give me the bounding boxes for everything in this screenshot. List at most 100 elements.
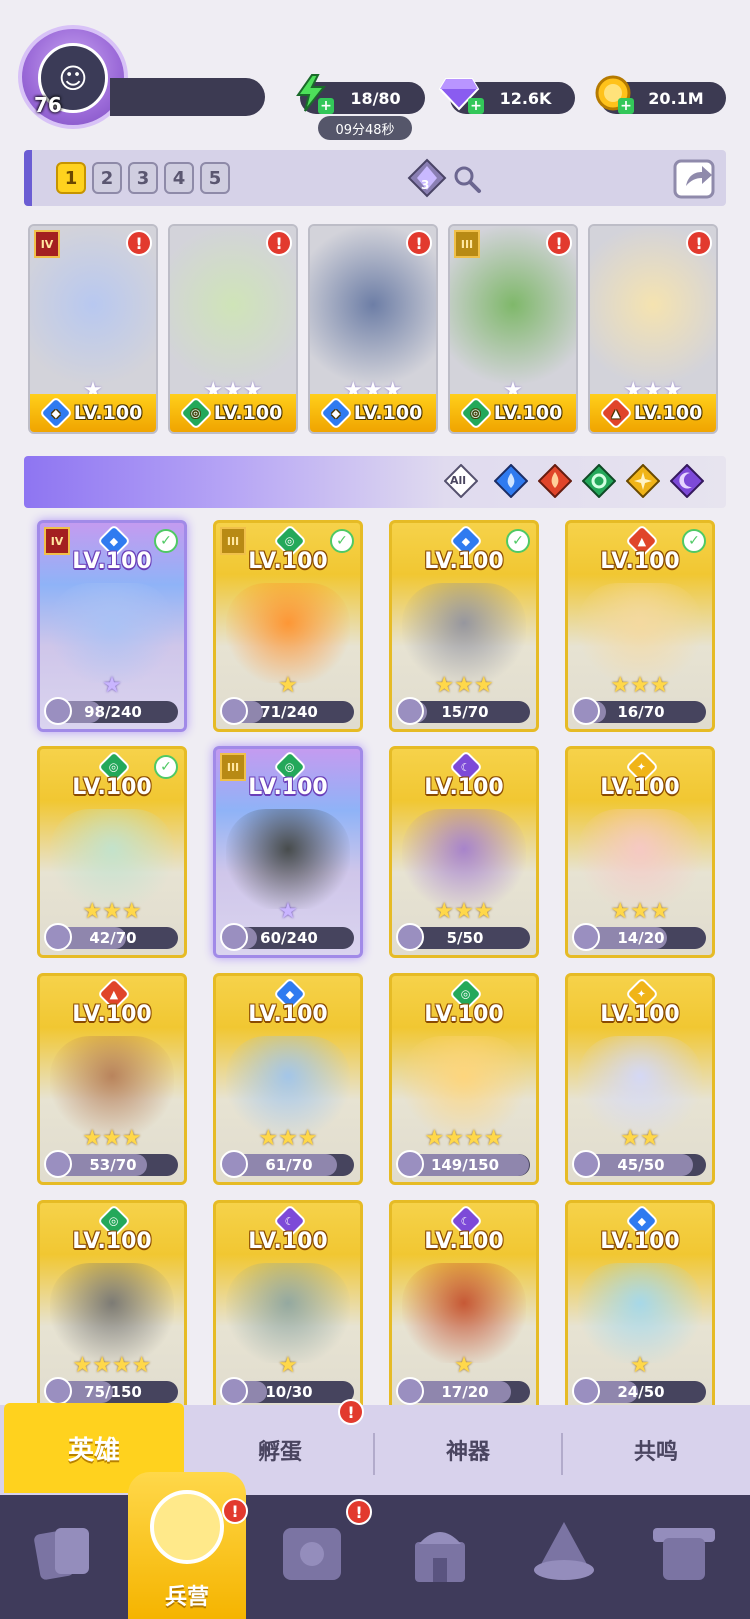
filter-wind-icon[interactable] — [581, 463, 617, 499]
hero-portrait — [578, 1036, 702, 1136]
hero-stars: ★★ — [620, 1126, 660, 1151]
team-hero-card[interactable]: III! ★ ◎ LV.100 — [448, 224, 578, 434]
nav-barracks-label: 兵营 — [164, 1585, 209, 1610]
wind-element-icon: ◎ — [178, 396, 213, 430]
shard-count: 5/50 — [446, 929, 484, 947]
gold-add-icon[interactable]: + — [618, 98, 634, 114]
fire-element-icon: ▲ — [598, 396, 633, 430]
hero-stars: ★ — [278, 899, 298, 924]
filter-all-label: All — [450, 474, 467, 487]
hero-level: LV.100 — [633, 402, 703, 424]
team-hero-card[interactable]: IV! ★ ◆ LV.100 — [28, 224, 158, 434]
hero-level: LV.100 — [424, 775, 504, 800]
filter-fire-icon[interactable] — [537, 463, 573, 499]
team-tab-1[interactable]: 1 — [56, 162, 86, 194]
nav-shop[interactable] — [644, 1513, 724, 1593]
hero-stars: ★ — [102, 673, 122, 698]
hero-alert-icon: ! — [546, 230, 572, 256]
tier-badge: III — [454, 230, 480, 258]
hero-card[interactable]: ◆ LV.100 ★ 24/50 — [565, 1200, 715, 1412]
hero-portrait — [50, 1036, 174, 1136]
shard-progress-bar: 14/20 — [572, 923, 706, 951]
tab-resonance[interactable]: 共鸣 — [563, 1405, 749, 1495]
team-tab-5[interactable]: 5 — [200, 162, 230, 194]
hero-portrait — [578, 583, 702, 683]
shard-progress-bar: 45/50 — [572, 1150, 706, 1178]
search-icon[interactable] — [452, 164, 482, 194]
hero-card[interactable]: III ◎ LV.100 ★ 60/240 — [213, 746, 363, 958]
filter-all-button[interactable]: All — [443, 463, 479, 499]
nav-guild[interactable] — [524, 1513, 604, 1593]
hero-level-bar: ◎ LV.100 — [170, 394, 296, 432]
team-hero-card[interactable]: ! ★★★ ◎ LV.100 — [168, 224, 298, 434]
hero-level: LV.100 — [600, 1002, 680, 1027]
hero-card[interactable]: IV ◆ ✓ LV.100 ★ 98/240 — [37, 520, 187, 732]
shard-progress-bar: 24/50 — [572, 1377, 706, 1405]
teambar-accent — [24, 150, 32, 206]
hero-level-bar: ▲ LV.100 — [590, 394, 716, 432]
hero-card[interactable]: ☾ LV.100 ★★★ 5/50 — [389, 746, 539, 958]
shard-progress-bar: 15/70 — [396, 697, 530, 725]
nav-cards[interactable] — [24, 1513, 104, 1593]
hero-card[interactable]: ▲ LV.100 ★★★ 53/70 — [37, 973, 187, 1185]
hero-card[interactable]: ◆ ✓ LV.100 ★★★ 15/70 — [389, 520, 539, 732]
team-tab-4[interactable]: 4 — [164, 162, 194, 194]
nav-castle[interactable] — [400, 1513, 480, 1593]
filter-light-icon[interactable] — [625, 463, 661, 499]
filter-water-icon[interactable] — [493, 463, 529, 499]
hero-stars: ★★★ — [610, 673, 670, 698]
shard-count: 10/30 — [265, 1383, 313, 1401]
gem-add-icon[interactable]: + — [468, 98, 484, 114]
nav-book[interactable]: ! — [272, 1499, 372, 1593]
wind-element-icon: ◎ — [458, 396, 493, 430]
hero-portrait — [50, 583, 174, 683]
cards-icon — [34, 1528, 89, 1580]
hero-portrait — [578, 809, 702, 909]
tab-artifacts[interactable]: 神器 — [375, 1405, 561, 1495]
gold-value: 20.1M — [648, 88, 704, 108]
team-hero-card[interactable]: ! ★★★ ▲ LV.100 — [588, 224, 718, 434]
hero-card[interactable]: ☾ LV.100 ★ 10/30 — [213, 1200, 363, 1412]
shard-count: 16/70 — [617, 703, 665, 721]
hero-card[interactable]: ◎ ✓ LV.100 ★★★ 42/70 — [37, 746, 187, 958]
hero-card[interactable]: III ◎ ✓ LV.100 ★ 71/240 — [213, 520, 363, 732]
hero-level: LV.100 — [72, 1229, 152, 1254]
hero-level-bar: ◆ LV.100 — [310, 394, 436, 432]
hero-stars: ★★★ — [610, 899, 670, 924]
energy-timer: 09分48秒 — [318, 116, 412, 140]
share-icon[interactable] — [672, 156, 718, 200]
player-name-bar — [110, 78, 265, 116]
hero-card[interactable]: ▲ ✓ LV.100 ★★★ 16/70 — [565, 520, 715, 732]
hero-card[interactable]: ✦ LV.100 ★★ 45/50 — [565, 973, 715, 1185]
hero-level: LV.100 — [72, 775, 152, 800]
shard-progress-bar: 10/30 — [220, 1377, 354, 1405]
energy-add-icon[interactable]: + — [318, 98, 334, 114]
wizard-hat-icon — [534, 1522, 594, 1580]
nav-barracks[interactable]: ! 兵营 — [128, 1472, 248, 1619]
shard-progress-bar: 61/70 — [220, 1150, 354, 1178]
hero-stars: ★★★ — [434, 673, 494, 698]
hero-portrait — [402, 583, 526, 683]
hero-card[interactable]: ◎ LV.100 ★★★★ 75/150 — [37, 1200, 187, 1412]
shard-progress-bar: 149/150 — [396, 1150, 530, 1178]
hero-level: LV.100 — [424, 1002, 504, 1027]
castle-icon — [415, 1532, 465, 1582]
hero-portrait — [578, 1263, 702, 1363]
team-selector-bar: 1 2 3 4 5 3 — [24, 150, 726, 206]
hero-stars: ★★★ — [82, 899, 142, 924]
team-tab-2[interactable]: 2 — [92, 162, 122, 194]
shard-count: 45/50 — [617, 1156, 665, 1174]
hero-card[interactable]: ✦ LV.100 ★★★ 14/20 — [565, 746, 715, 958]
hero-card[interactable]: ☾ LV.100 ★ 17/20 — [389, 1200, 539, 1412]
team-gem-button[interactable]: 3 — [407, 158, 447, 198]
hero-card[interactable]: ◆ LV.100 ★★★ 61/70 — [213, 973, 363, 1185]
energy-value: 18/80 — [350, 88, 401, 108]
hero-card[interactable]: ◎ LV.100 ★★★★ 149/150 — [389, 973, 539, 1185]
team-hero-card[interactable]: ! ★★★ ◆ LV.100 — [308, 224, 438, 434]
hero-level: LV.100 — [600, 1229, 680, 1254]
team-tab-3[interactable]: 3 — [128, 162, 158, 194]
barracks-alert-icon: ! — [222, 1498, 248, 1524]
filter-dark-icon[interactable] — [669, 463, 705, 499]
shard-count: 98/240 — [84, 703, 142, 721]
hero-level: LV.100 — [424, 549, 504, 574]
